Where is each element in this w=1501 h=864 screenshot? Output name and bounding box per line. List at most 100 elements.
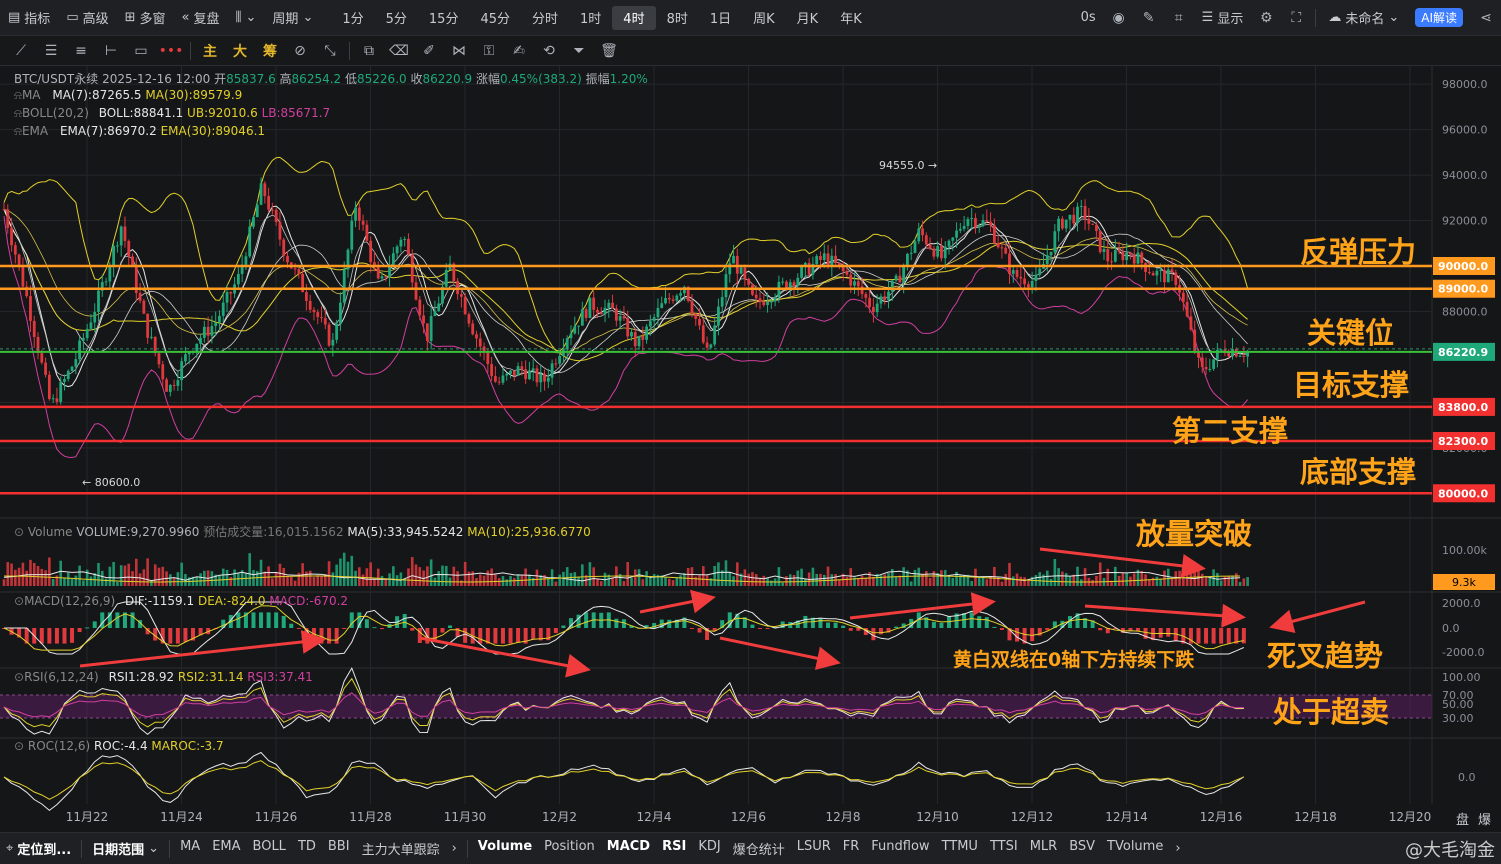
chevron-right-icon[interactable]: › — [1169, 841, 1186, 856]
trash-icon[interactable]: 🗑 — [594, 43, 624, 59]
interval-tab-0[interactable]: 1分 — [331, 8, 374, 27]
collapse-icon[interactable]: ⊙ — [14, 525, 24, 539]
macd-name[interactable]: MACD(12,26,9) — [24, 594, 115, 608]
main-force-tool[interactable]: 主 — [195, 41, 225, 61]
camera-icon[interactable]: ◉ — [1104, 10, 1134, 26]
sub-indicator-10[interactable]: TTSI — [984, 839, 1024, 858]
collapse-icon[interactable]: ⊙ — [14, 594, 24, 608]
eraser-icon[interactable]: ⌫ — [384, 43, 414, 59]
note-icon[interactable]: ✍ — [504, 43, 534, 59]
filter-icon[interactable]: ⏷ — [564, 43, 594, 59]
locate-button[interactable]: ⌖ 定位到... — [0, 839, 77, 858]
horizontal-line-icon[interactable]: ⊢ — [96, 43, 126, 59]
interval-tab-3[interactable]: 45分 — [469, 8, 521, 27]
main-indicator-2[interactable]: BOLL — [247, 839, 292, 858]
bell-icon[interactable]: ⍾ — [14, 88, 22, 102]
indicator-button[interactable]: ▤ 指标 — [0, 8, 58, 27]
magnet-icon[interactable]: ⟲ — [534, 43, 564, 59]
candle-body-234 — [887, 291, 890, 300]
interval-tab-2[interactable]: 15分 — [418, 8, 470, 27]
chip-tool[interactable]: 筹 — [255, 41, 285, 61]
multi-window-button[interactable]: ⊞ 多窗 — [117, 8, 174, 27]
sub-indicator-1[interactable]: Position — [538, 839, 601, 858]
big-order-tool[interactable]: 大 — [225, 41, 255, 61]
roc-name[interactable]: ROC(12,6) — [28, 739, 90, 753]
macd-bar-256 — [969, 612, 974, 628]
sub-indicator-8[interactable]: Fundflow — [865, 839, 935, 858]
parallel-lines-icon[interactable]: ☰ — [36, 43, 66, 59]
sub-indicator-0[interactable]: Volume — [472, 839, 538, 858]
sub-indicator-2[interactable]: MACD — [601, 839, 656, 858]
period-dropdown[interactable]: 周期 ⌄ — [264, 8, 321, 27]
main-indicator-4[interactable]: BBI — [322, 839, 356, 858]
volume-bar-186 — [705, 575, 709, 586]
ma-name[interactable]: MA — [22, 88, 41, 102]
macd-bar-86 — [327, 628, 332, 644]
sub-indicator-5[interactable]: 爆仓统计 — [727, 839, 791, 858]
measure-icon[interactable]: ⤡ — [315, 43, 345, 59]
volume-bar-28 — [108, 566, 112, 586]
sub-indicator-7[interactable]: FR — [837, 839, 866, 858]
lock-icon[interactable]: ⚿ — [474, 43, 504, 59]
interval-tab-1[interactable]: 5分 — [375, 8, 418, 27]
chevron-right-icon[interactable]: › — [446, 841, 463, 856]
ema-name[interactable]: EMA — [22, 124, 48, 138]
date-range-dropdown[interactable]: 日期范围 ⌄ — [86, 839, 165, 858]
volume-bar-98 — [373, 578, 376, 586]
sub-indicator-11[interactable]: MLR — [1024, 839, 1064, 858]
candlestick-chart[interactable]: 11月22 11月24 11月26 11月28 11月30 12月2 12月4 12月6 12月… — [0, 66, 1501, 832]
fullscreen-icon[interactable]: ⛶ — [1281, 10, 1311, 26]
crop-icon[interactable]: ⌗ — [1164, 10, 1194, 26]
volume-name[interactable]: Volume — [28, 525, 73, 539]
ai-analysis-button[interactable]: AI解读 — [1407, 8, 1471, 27]
candle-body-47 — [180, 361, 184, 381]
candle-body-289 — [1095, 224, 1098, 232]
brush-icon[interactable]: ✐ — [414, 43, 444, 59]
main-indicator-1[interactable]: EMA — [206, 839, 246, 858]
sub-indicator-12[interactable]: BSV — [1063, 839, 1101, 858]
trend-line-icon[interactable]: ⟋ — [6, 43, 36, 59]
compare-icon[interactable]: ⊘ — [285, 43, 315, 59]
main-indicator-5[interactable]: 主力大单跟踪 — [356, 839, 446, 858]
interval-tab-8[interactable]: 1日 — [699, 8, 742, 27]
share-icon[interactable]: ⋖ — [1471, 10, 1501, 26]
channel-icon[interactable]: ≡ — [66, 43, 96, 59]
bell-icon[interactable]: ⍾ — [14, 124, 22, 138]
rectangle-icon[interactable]: ▭ — [126, 43, 156, 59]
volume-bar-211 — [800, 568, 803, 586]
macd-bar-132 — [500, 628, 505, 644]
layout-name-dropdown[interactable]: ☁ 未命名 ⌄ — [1320, 8, 1407, 27]
pen-icon[interactable]: ✎ — [1134, 10, 1164, 26]
more-tools-icon[interactable]: ••• — [156, 43, 186, 59]
sub-indicator-3[interactable]: RSI — [656, 839, 692, 858]
rsi-name[interactable]: RSI(6,12,24) — [24, 670, 99, 684]
pattern-icon[interactable]: ⋈ — [444, 43, 474, 59]
interval-tab-7[interactable]: 8时 — [656, 8, 699, 27]
volume-bar-7 — [29, 559, 32, 586]
interval-tab-6[interactable]: 4时 — [612, 5, 656, 30]
copy-icon[interactable]: ⧉ — [354, 43, 384, 59]
main-indicator-0[interactable]: MA — [174, 839, 206, 858]
boll-name[interactable]: BOLL(20,2) — [22, 106, 89, 120]
bell-icon[interactable]: ⍾ — [14, 106, 22, 120]
interval-tab-10[interactable]: 月K — [786, 8, 830, 27]
macd-bar-70 — [266, 612, 271, 628]
collapse-icon[interactable]: ⊙ — [14, 739, 24, 753]
gear-icon[interactable]: ⚙ — [1251, 10, 1281, 26]
interval-tab-4[interactable]: 分时 — [521, 8, 569, 27]
sub-indicator-4[interactable]: KDJ — [692, 839, 726, 858]
main-indicator-3[interactable]: TD — [292, 839, 322, 858]
interval-tab-9[interactable]: 周K — [742, 8, 786, 27]
sub-indicator-6[interactable]: LSUR — [791, 839, 837, 858]
sub-indicator-13[interactable]: TVolume — [1101, 839, 1169, 858]
sub-indicator-9[interactable]: TTMU — [936, 839, 984, 858]
collapse-icon[interactable]: ⊙ — [14, 670, 24, 684]
interval-tab-5[interactable]: 1时 — [569, 8, 612, 27]
macd-bar-318 — [1204, 628, 1209, 644]
display-button[interactable]: ☰ 显示 — [1194, 8, 1252, 27]
candle-type-button[interactable]: ⫼ ⌄ — [228, 10, 265, 25]
replay-button[interactable]: «复盘 — [174, 8, 228, 27]
candle-body-304 — [1151, 273, 1155, 276]
interval-tab-11[interactable]: 年K — [829, 8, 873, 27]
advanced-button[interactable]: ▭ 高级 — [58, 8, 116, 27]
